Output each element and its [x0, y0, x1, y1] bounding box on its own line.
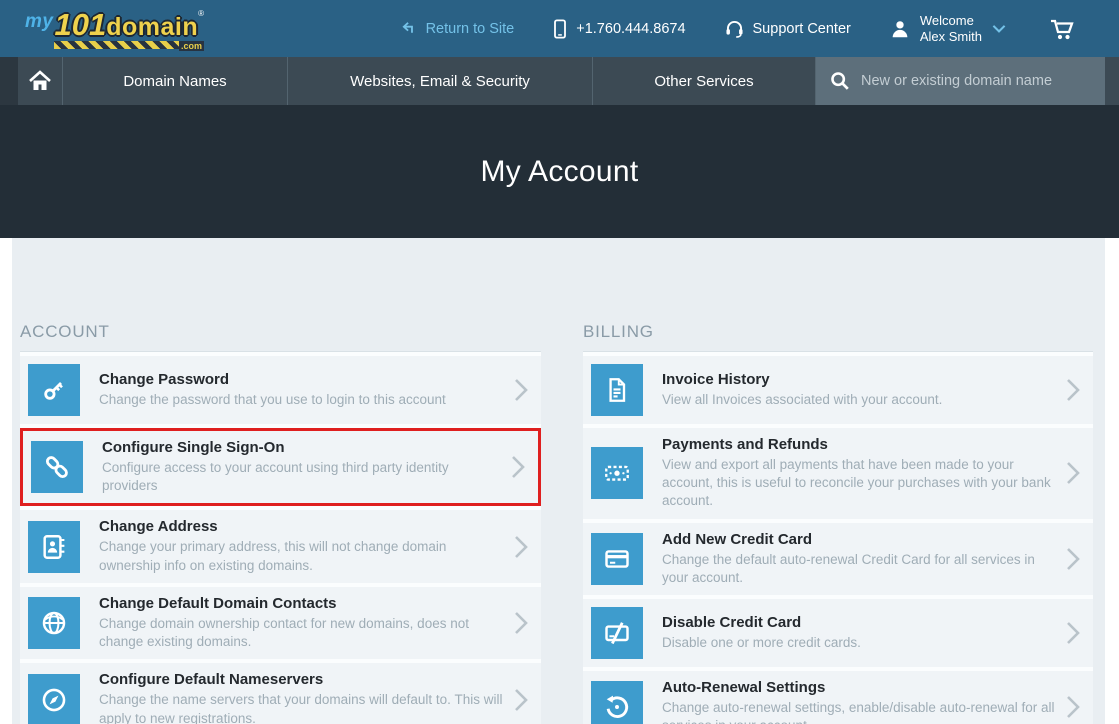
logo-stripe: .com [54, 41, 204, 49]
cart-icon [1049, 17, 1077, 41]
section-heading-billing: BILLING [583, 322, 1093, 342]
user-name: Alex Smith [920, 29, 982, 45]
menu-item-change-address[interactable]: Change Address Change your primary addre… [20, 510, 541, 582]
support-center-link[interactable]: Support Center [724, 18, 851, 39]
card-description: Change auto-renewal settings, enable/dis… [662, 699, 1055, 724]
hero-banner: My Account [0, 105, 1119, 238]
nav-left-edge [0, 57, 18, 105]
globe-icon [28, 597, 80, 649]
content-panel: ACCOUNT Change Password Change the passw… [12, 238, 1105, 724]
card-title: Auto-Renewal Settings [662, 679, 1055, 696]
topbar: my 101domain® .com Return to Site +1.760… [0, 0, 1119, 57]
card-description: Disable one or more credit cards. [662, 634, 1055, 652]
menu-item-auto-renewal-settings[interactable]: Auto-Renewal Settings Change auto-renewa… [583, 671, 1093, 724]
section-heading-account: ACCOUNT [20, 322, 541, 342]
logo[interactable]: my 101domain® .com [25, 9, 220, 49]
topbar-links: Return to Site +1.760.444.8674 Support C… [401, 13, 1077, 44]
account-list: Change Password Change the password that… [20, 351, 541, 724]
menu-item-invoice-history[interactable]: Invoice History View all Invoices associ… [583, 356, 1093, 424]
card-title: Change Address [99, 518, 503, 535]
link-icon [31, 441, 83, 493]
phone-link[interactable]: +1.760.444.8674 [552, 19, 685, 39]
card-title: Configure Default Nameservers [99, 671, 503, 688]
menu-item-configure-default-nameservers[interactable]: Configure Default Nameservers Change the… [20, 663, 541, 724]
logo-registered-mark: ® [198, 9, 204, 18]
domain-search [815, 57, 1105, 105]
card-description: Change domain ownership contact for new … [99, 615, 503, 651]
card-title: Configure Single Sign-On [102, 439, 500, 456]
card-title: Payments and Refunds [662, 436, 1055, 453]
nav-item-other-services[interactable]: Other Services [592, 57, 815, 105]
home-button[interactable] [18, 57, 62, 105]
chevron-right-icon [1065, 377, 1081, 403]
menu-item-payments-and-refunds[interactable]: Payments and Refunds View and export all… [583, 428, 1093, 519]
chevron-right-icon [513, 377, 529, 403]
nav-right-edge [1105, 57, 1119, 105]
card-description: Configure access to your account using t… [102, 459, 500, 495]
card-title: Disable Credit Card [662, 614, 1055, 631]
card-description: Change the password that you use to logi… [99, 391, 503, 409]
billing-section: BILLING Invoice History View all Invoice… [583, 322, 1093, 724]
card-description: View all Invoices associated with your a… [662, 391, 1055, 409]
card-description: Change the default auto-renewal Credit C… [662, 551, 1055, 587]
card-title: Change Password [99, 371, 503, 388]
card-title: Add New Credit Card [662, 531, 1055, 548]
phone-icon [552, 19, 568, 39]
chevron-right-icon [1065, 546, 1081, 572]
card-description: Change the name servers that your domain… [99, 691, 503, 724]
domain-search-input[interactable] [861, 73, 1092, 89]
credit-card-icon [591, 533, 643, 585]
home-icon [28, 70, 52, 92]
chevron-right-icon [513, 687, 529, 713]
logo-tld-text: .com [179, 41, 204, 51]
welcome-label: Welcome [920, 13, 982, 29]
card-title: Change Default Domain Contacts [99, 595, 503, 612]
chevron-right-icon [510, 454, 526, 480]
menu-item-disable-credit-card[interactable]: Disable Credit Card Disable one or more … [583, 599, 1093, 667]
logo-101-text: 101 [54, 7, 106, 42]
chevron-right-icon [1065, 460, 1081, 486]
cart-button[interactable] [1049, 17, 1077, 41]
chevron-right-icon [513, 534, 529, 560]
chevron-right-icon [1065, 620, 1081, 646]
user-icon [889, 18, 911, 40]
menu-item-add-new-credit-card[interactable]: Add New Credit Card Change the default a… [583, 523, 1093, 595]
card-title: Invoice History [662, 371, 1055, 388]
nav-item-domain-names[interactable]: Domain Names [62, 57, 287, 105]
account-menu[interactable]: Welcome Alex Smith [889, 13, 1007, 44]
invoice-icon [591, 364, 643, 416]
auto-renewal-icon [591, 681, 643, 724]
menu-item-configure-single-sign-on[interactable]: Configure Single Sign-On Configure acces… [20, 428, 541, 506]
page-title: My Account [480, 155, 638, 189]
nav-item-websites-email-security[interactable]: Websites, Email & Security [287, 57, 592, 105]
compass-icon [28, 674, 80, 724]
key-icon [28, 364, 80, 416]
account-section: ACCOUNT Change Password Change the passw… [20, 322, 541, 724]
search-icon [829, 70, 851, 92]
menu-item-change-default-domain-contacts[interactable]: Change Default Domain Contacts Change do… [20, 587, 541, 659]
headset-icon [724, 18, 745, 39]
return-to-site-link[interactable]: Return to Site [401, 20, 515, 37]
chevron-right-icon [513, 610, 529, 636]
logo-domain-text: domain [106, 13, 198, 41]
menu-item-change-password[interactable]: Change Password Change the password that… [20, 356, 541, 424]
card-description: Change your primary address, this will n… [99, 538, 503, 574]
main-nav: Domain Names Websites, Email & Security … [0, 57, 1119, 105]
return-arrow-icon [401, 20, 418, 37]
logo-my-text: my [25, 11, 53, 33]
card-description: View and export all payments that have b… [662, 456, 1055, 511]
billing-list: Invoice History View all Invoices associ… [583, 351, 1093, 724]
address-book-icon [28, 521, 80, 573]
credit-card-disabled-icon [591, 607, 643, 659]
chevron-right-icon [1065, 694, 1081, 720]
banknote-icon [591, 447, 643, 499]
chevron-down-icon [991, 23, 1007, 35]
